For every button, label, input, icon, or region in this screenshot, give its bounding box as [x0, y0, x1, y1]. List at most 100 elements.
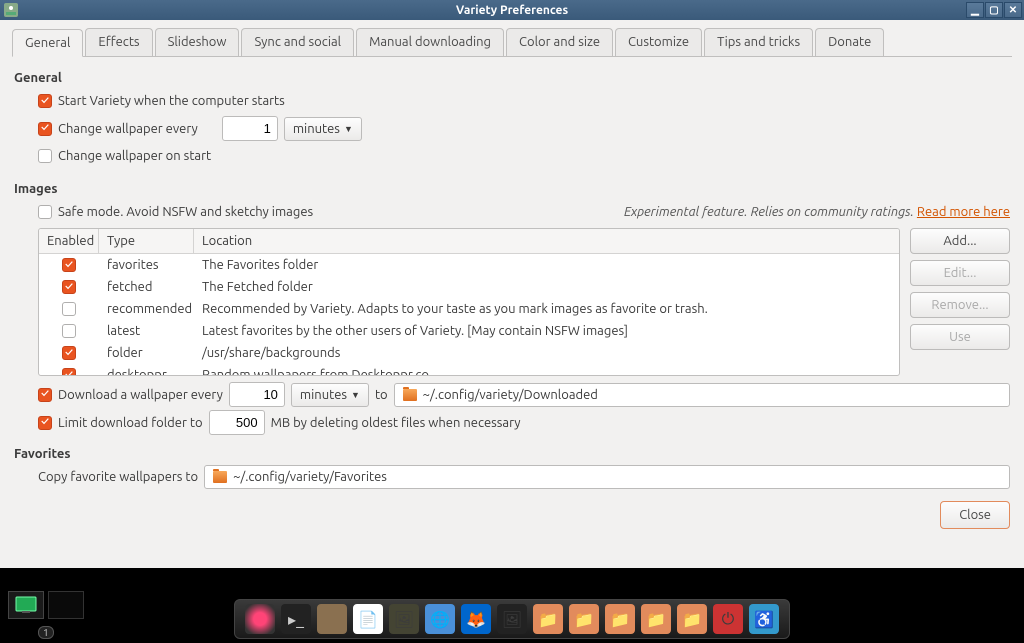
- row-location: Latest favorites by the other users of V…: [194, 322, 899, 340]
- table-row[interactable]: desktopprRandom wallpapers from Desktopp…: [39, 364, 899, 376]
- checkbox-change[interactable]: [38, 122, 52, 136]
- input-dl-interval[interactable]: [229, 382, 285, 407]
- minimize-button[interactable]: ▁: [966, 2, 984, 18]
- table-row[interactable]: fetchedThe Fetched folder: [39, 276, 899, 298]
- dock: ▸_ 📄 🖼 🌐 🦊 🖼 📁 📁 📁 📁 📁 ⏻ ♿: [234, 599, 790, 639]
- favorites-path[interactable]: ~/.config/variety/Favorites: [204, 465, 1010, 489]
- dock-document-icon[interactable]: 📄: [353, 604, 383, 634]
- row-type: desktoppr: [99, 366, 194, 376]
- dock-folder4-icon[interactable]: 📁: [641, 604, 671, 634]
- caret-icon: ▼: [351, 390, 360, 400]
- workspace-2-thumb[interactable]: [48, 591, 84, 619]
- input-limit-mb[interactable]: [209, 410, 265, 435]
- dock-gimp-icon[interactable]: [317, 604, 347, 634]
- section-images: Images: [14, 182, 1010, 196]
- label-safemode: Safe mode. Avoid NSFW and sketchy images: [58, 205, 313, 219]
- add-button[interactable]: Add...: [910, 228, 1010, 254]
- download-path[interactable]: ~/.config/variety/Downloaded: [394, 383, 1010, 407]
- dl-unit-label: minutes: [300, 388, 347, 402]
- edit-button[interactable]: Edit...: [910, 260, 1010, 286]
- dock-power-icon[interactable]: ⏻: [713, 604, 743, 634]
- experimental-note: Experimental feature. Relies on communit…: [624, 205, 914, 219]
- tab-slideshow[interactable]: Slideshow: [155, 28, 240, 56]
- tab-donate[interactable]: Donate: [815, 28, 884, 56]
- sources-table: Enabled Type Location favoritesThe Favor…: [38, 228, 900, 376]
- checkbox-download[interactable]: [38, 388, 52, 402]
- label-limit: Limit download folder to: [58, 416, 203, 430]
- row-checkbox[interactable]: [62, 302, 76, 316]
- folder-icon: [213, 471, 227, 483]
- row-type: folder: [99, 344, 194, 362]
- table-row[interactable]: recommendedRecommended by Variety. Adapt…: [39, 298, 899, 320]
- checkbox-limit[interactable]: [38, 416, 52, 430]
- row-type: fetched: [99, 278, 194, 296]
- input-change-interval[interactable]: [222, 116, 278, 141]
- row-checkbox[interactable]: [62, 258, 76, 272]
- row-location: Random wallpapers from Desktoppr.co: [194, 366, 899, 376]
- tab-customize[interactable]: Customize: [615, 28, 702, 56]
- dropdown-dl-unit[interactable]: minutes ▼: [291, 383, 369, 407]
- dock-folder5-icon[interactable]: 📁: [677, 604, 707, 634]
- dock-terminal-icon[interactable]: ▸_: [281, 604, 311, 634]
- checkbox-safemode[interactable]: [38, 205, 52, 219]
- dock-firefox-icon[interactable]: 🦊: [461, 604, 491, 634]
- close-button[interactable]: Close: [940, 501, 1010, 529]
- table-row[interactable]: latestLatest favorites by the other user…: [39, 320, 899, 342]
- use-button[interactable]: Use: [910, 324, 1010, 350]
- tab-general[interactable]: General: [12, 29, 83, 57]
- col-enabled[interactable]: Enabled: [39, 229, 99, 253]
- favorites-path-text: ~/.config/variety/Favorites: [233, 470, 387, 484]
- row-checkbox[interactable]: [62, 324, 76, 338]
- label-onstart: Change wallpaper on start: [58, 149, 211, 163]
- label-change: Change wallpaper every: [58, 122, 198, 136]
- dock-browser-icon[interactable]: 🌐: [425, 604, 455, 634]
- caret-icon: ▼: [344, 124, 353, 134]
- label-to: to: [375, 388, 388, 402]
- dropdown-change-unit[interactable]: minutes ▼: [284, 117, 362, 141]
- row-location: /usr/share/backgrounds: [194, 344, 899, 362]
- workspace-1-thumb[interactable]: [8, 591, 44, 619]
- app-icon: [4, 3, 18, 17]
- workspace-number: 1: [38, 626, 54, 639]
- close-window-button[interactable]: ✕: [1004, 2, 1022, 18]
- dock-folder1-icon[interactable]: 📁: [533, 604, 563, 634]
- maximize-button[interactable]: ▢: [985, 2, 1003, 18]
- dock-variety-icon[interactable]: 🖼: [389, 604, 419, 634]
- desktop: 1 ▸_ 📄 🖼 🌐 🦊 🖼 📁 📁 📁 📁 📁 ⏻ ♿: [0, 568, 1024, 643]
- titlebar: Variety Preferences ▁ ▢ ✕: [0, 0, 1024, 20]
- dock-accessibility-icon[interactable]: ♿: [749, 604, 779, 634]
- tab-color[interactable]: Color and size: [506, 28, 613, 56]
- row-checkbox[interactable]: [62, 346, 76, 360]
- col-location[interactable]: Location: [194, 229, 899, 253]
- dock-image-icon[interactable]: 🖼: [497, 604, 527, 634]
- table-row[interactable]: favoritesThe Favorites folder: [39, 254, 899, 276]
- label-limit-suffix: MB by deleting oldest files when necessa…: [271, 416, 521, 430]
- checkbox-start[interactable]: [38, 94, 52, 108]
- label-start: Start Variety when the computer starts: [58, 94, 285, 108]
- remove-button[interactable]: Remove...: [910, 292, 1010, 318]
- folder-icon: [403, 389, 417, 401]
- tab-manual[interactable]: Manual downloading: [356, 28, 504, 56]
- row-type: favorites: [99, 256, 194, 274]
- change-unit-label: minutes: [293, 122, 340, 136]
- dock-folder3-icon[interactable]: 📁: [605, 604, 635, 634]
- section-general: General: [14, 71, 1010, 85]
- tabs: General Effects Slideshow Sync and socia…: [12, 28, 1012, 57]
- tab-sync[interactable]: Sync and social: [241, 28, 354, 56]
- label-copyfav: Copy favorite wallpapers to: [38, 470, 198, 484]
- row-location: Recommended by Variety. Adapts to your t…: [194, 300, 899, 318]
- tab-tips[interactable]: Tips and tricks: [704, 28, 813, 56]
- row-location: The Favorites folder: [194, 256, 899, 274]
- checkbox-onstart[interactable]: [38, 149, 52, 163]
- row-checkbox[interactable]: [62, 280, 76, 294]
- read-more-link[interactable]: Read more here: [917, 205, 1010, 219]
- tab-effects[interactable]: Effects: [85, 28, 152, 56]
- row-checkbox[interactable]: [62, 368, 76, 376]
- label-download: Download a wallpaper every: [58, 388, 223, 402]
- row-type: latest: [99, 322, 194, 340]
- table-row[interactable]: folder/usr/share/backgrounds: [39, 342, 899, 364]
- section-favorites: Favorites: [14, 447, 1010, 461]
- dock-ubuntu-icon[interactable]: [245, 604, 275, 634]
- col-type[interactable]: Type: [99, 229, 194, 253]
- dock-folder2-icon[interactable]: 📁: [569, 604, 599, 634]
